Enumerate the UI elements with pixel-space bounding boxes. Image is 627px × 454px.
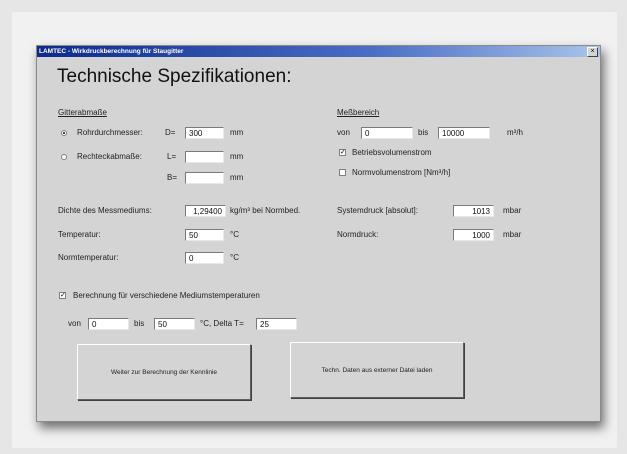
normdruck-unit: mbar — [503, 230, 522, 239]
systemdruck-unit: mbar — [503, 206, 522, 215]
betrieb-label: Betriebsvolumenstrom — [352, 148, 432, 157]
b-label: B= — [167, 173, 178, 182]
temp-input[interactable]: 50 — [185, 229, 224, 241]
laden-button-label: Techn. Daten aus externer Datei laden — [321, 366, 433, 374]
b-input[interactable] — [185, 172, 224, 184]
messbereich-von-input[interactable]: 0 — [361, 127, 413, 139]
von-label: von — [337, 128, 350, 137]
gitter-section-label: Gitterabmaße — [58, 108, 107, 117]
close-icon[interactable]: × — [587, 47, 598, 57]
norm-label: Normvolumenstrom [Nm³/h] — [352, 168, 451, 177]
d-input[interactable]: 300 — [185, 127, 224, 139]
l-unit: mm — [230, 152, 244, 161]
window-title: LAMTEC - Wirkdruckberechnung für Staugit… — [39, 48, 184, 55]
rechteck-radio[interactable] — [61, 154, 67, 160]
betrieb-checkbox[interactable]: ✓ — [339, 149, 346, 156]
delta-input[interactable]: 25 — [256, 318, 297, 330]
dichte-unit: kg/m³ bei Normbed. — [230, 206, 301, 215]
app-window: LAMTEC - Wirkdruckberechnung für Staugit… — [36, 45, 601, 422]
l-input[interactable] — [185, 151, 224, 163]
temp-label: Temperatur: — [58, 230, 101, 239]
temp-von-label: von — [68, 319, 81, 328]
temperaturen-label: Berechnung für verschiedene Mediumstempe… — [73, 291, 260, 300]
normtemp-input[interactable]: 0 — [185, 252, 224, 264]
normtemp-label: Normtemperatur: — [58, 253, 119, 262]
temp-bis-input[interactable]: 50 — [154, 318, 195, 330]
messbereich-bis-input[interactable]: 10000 — [438, 127, 490, 139]
temp-unit: °C — [230, 230, 239, 239]
temp-von-input[interactable]: 0 — [88, 318, 129, 330]
title-bar[interactable]: LAMTEC - Wirkdruckberechnung für Staugit… — [37, 46, 600, 57]
bis-label: bis — [418, 128, 429, 137]
page-title: Technische Spezifikationen: — [57, 66, 292, 87]
systemdruck-label: Systemdruck [absolut]: — [337, 206, 418, 215]
normdruck-label: Normdruck: — [337, 230, 379, 239]
dichte-label: Dichte des Messmediums: — [58, 206, 152, 215]
l-label: L= — [167, 152, 177, 161]
dichte-input[interactable]: 1,29400 — [185, 205, 226, 217]
laden-button[interactable]: Techn. Daten aus externer Datei laden — [290, 342, 464, 398]
rohr-radio[interactable] — [61, 130, 67, 136]
b-unit: mm — [230, 173, 244, 182]
d-label: D= — [165, 128, 176, 137]
systemdruck-input[interactable]: 1013 — [453, 205, 494, 217]
normdruck-input[interactable]: 1000 — [453, 229, 494, 241]
norm-checkbox[interactable] — [339, 169, 346, 176]
rohr-label: Rohrdurchmesser: — [77, 128, 143, 137]
d-unit: mm — [230, 128, 244, 137]
delta-label: °C, Delta T= — [200, 319, 244, 328]
messbereich-section-label: Meßbereich — [337, 108, 380, 117]
normtemp-unit: °C — [230, 253, 239, 262]
temperaturen-checkbox[interactable]: ✓ — [59, 292, 66, 299]
rechteck-label: Rechteckabmaße: — [77, 152, 142, 161]
messbereich-unit: m³/h — [507, 128, 523, 137]
weiter-button-label: Weiter zur Berechnung der Kennlinie — [110, 368, 218, 376]
temp-bis-label: bis — [134, 319, 145, 328]
weiter-button[interactable]: Weiter zur Berechnung der Kennlinie — [77, 344, 251, 400]
